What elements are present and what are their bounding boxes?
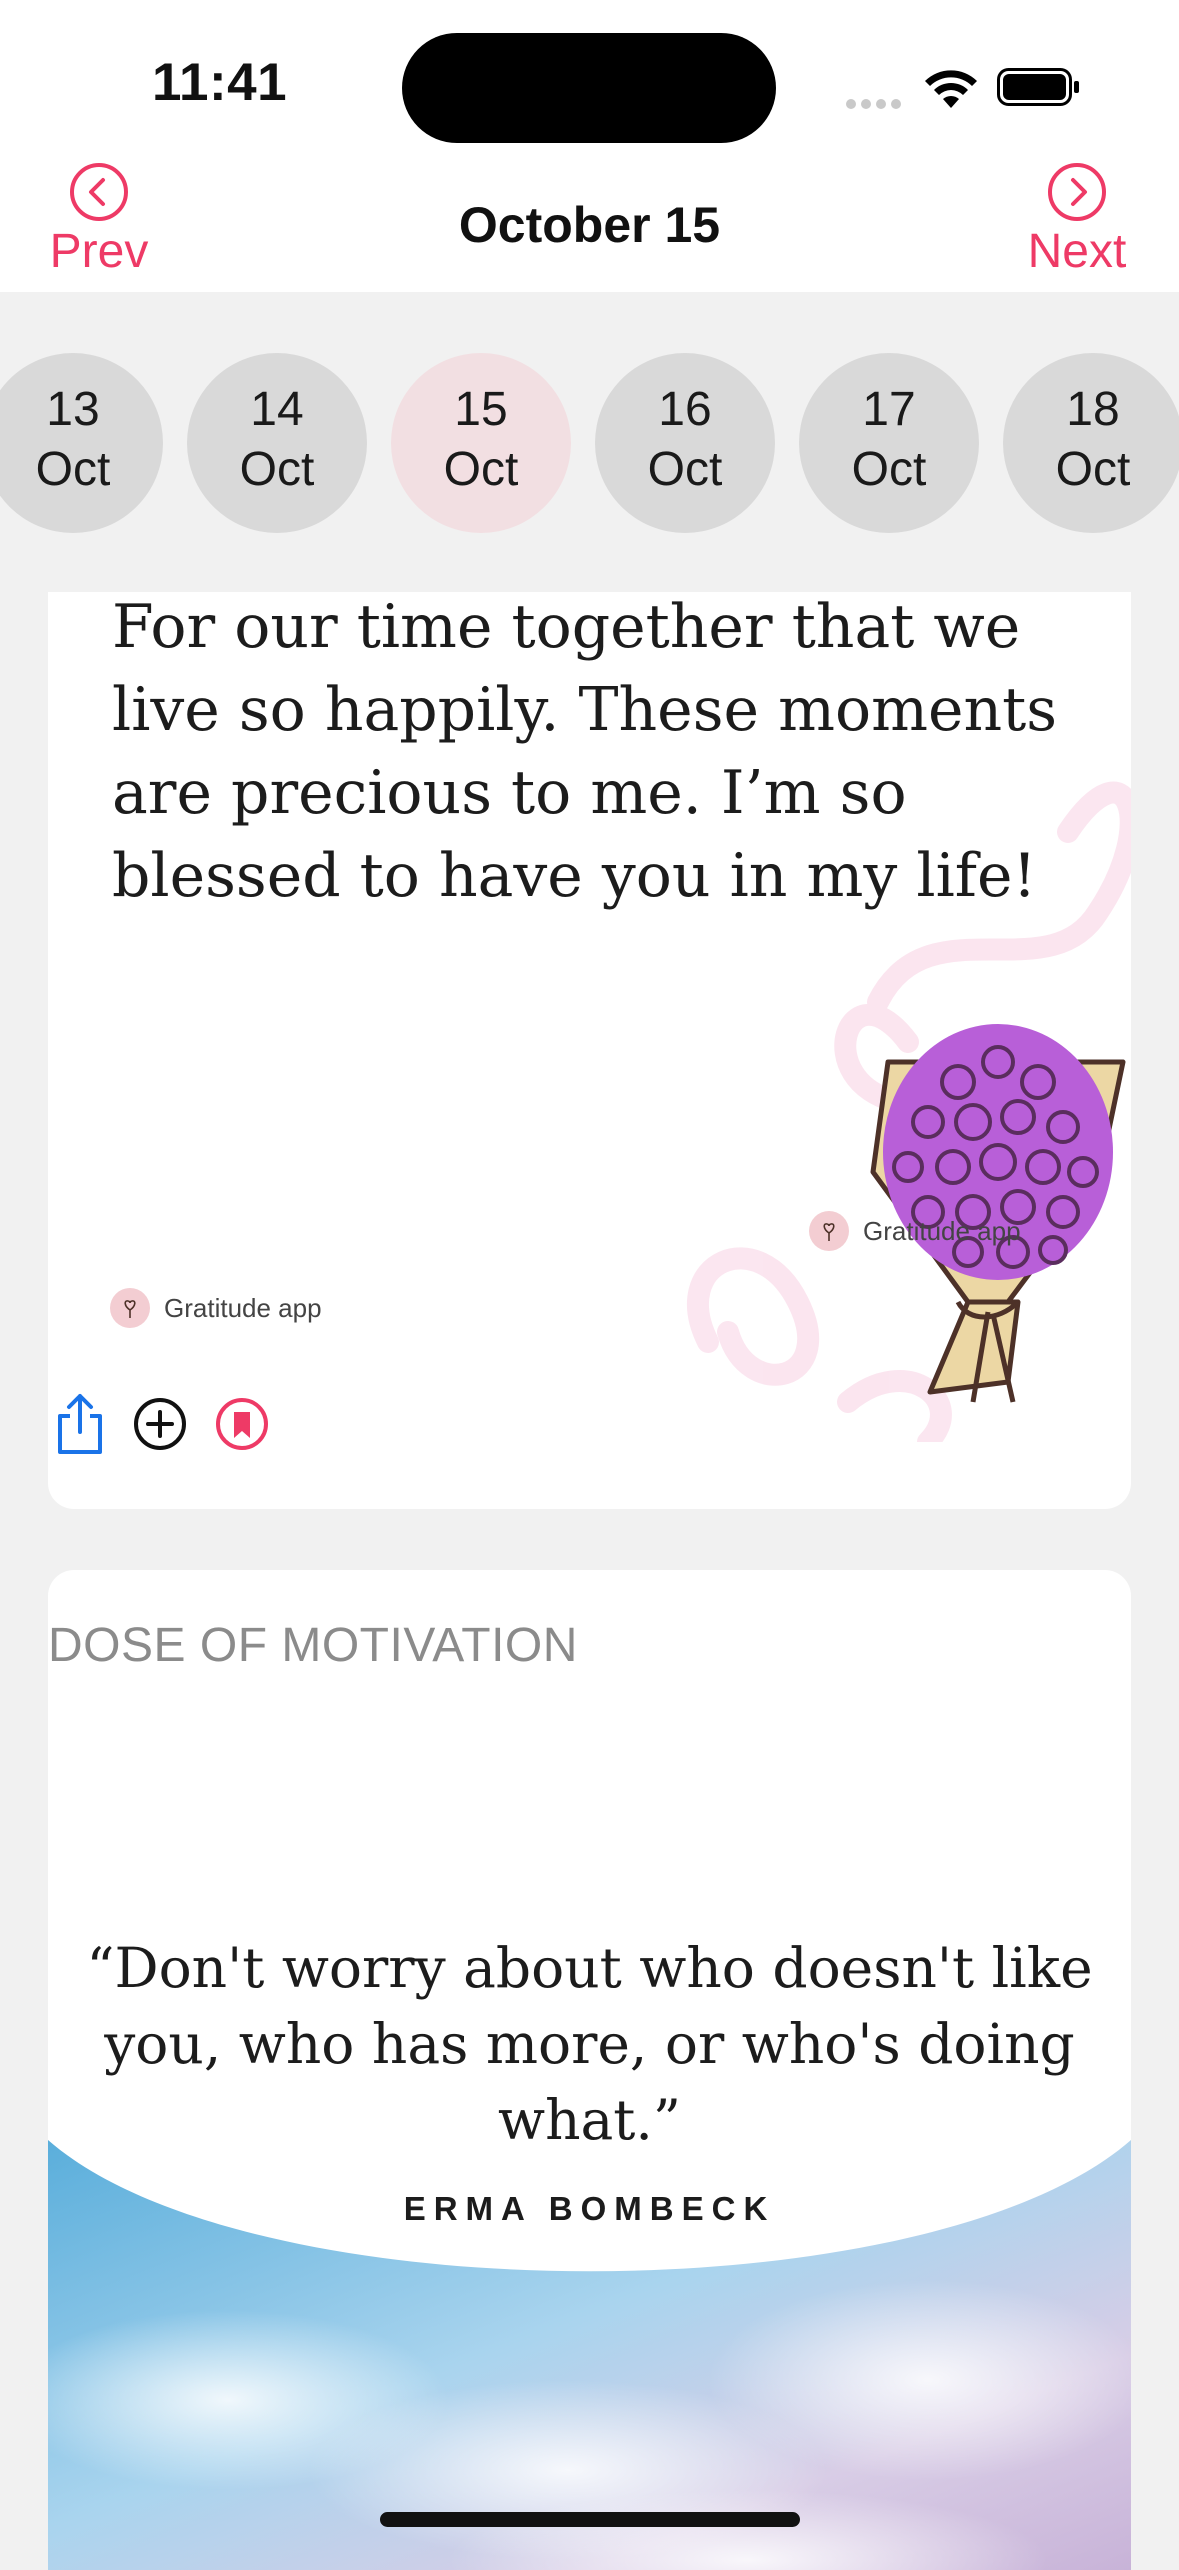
date-chip-17[interactable]: 17 Oct — [799, 353, 979, 533]
dynamic-island — [402, 33, 776, 143]
date-day: 17 — [862, 383, 916, 436]
battery-icon — [997, 68, 1079, 106]
date-chip-14[interactable]: 14 Oct — [187, 353, 367, 533]
next-button[interactable]: Next — [1017, 162, 1137, 280]
brand-watermark: Gratitude app — [809, 1211, 1021, 1251]
cellular-signal-icon — [846, 96, 906, 109]
date-month: Oct — [1055, 443, 1131, 496]
brand-watermark: Gratitude app — [110, 1288, 322, 1328]
date-day: 18 — [1066, 383, 1120, 436]
date-day: 13 — [46, 383, 100, 436]
next-label: Next — [1027, 225, 1127, 278]
section-title: DOSE OF MOTIVATION — [48, 1619, 578, 1672]
brand-name: Gratitude app — [863, 1215, 1021, 1246]
entry-line: For our time together that we — [112, 592, 1021, 662]
bookmark-icon[interactable] — [212, 1392, 272, 1456]
home-indicator[interactable] — [380, 2512, 800, 2527]
status-time: 11:41 — [152, 53, 288, 112]
date-chip-16[interactable]: 16 Oct — [595, 353, 775, 533]
date-strip[interactable]: 13 Oct 14 Oct 15 Oct 16 Oct 17 Oct 18 Oc… — [0, 292, 1179, 592]
date-chip-18[interactable]: 18 Oct — [1003, 353, 1179, 533]
wifi-icon — [925, 70, 977, 108]
chevron-right-circle-icon — [1048, 163, 1106, 221]
date-month: Oct — [239, 443, 315, 496]
entry-text: For our time together that we live so ha… — [112, 592, 1112, 918]
date-month: Oct — [443, 443, 519, 496]
add-icon[interactable] — [130, 1392, 190, 1456]
entry-line: live so happily. These moments — [112, 675, 1058, 745]
entry-line: are precious to me. I’m so — [112, 758, 907, 828]
page-title: October 15 — [458, 197, 721, 253]
date-day: 16 — [658, 383, 712, 436]
date-day: 14 — [250, 383, 304, 436]
date-chip-15[interactable]: 15 Oct — [391, 353, 571, 533]
motivation-quote: “Don't worry about who doesn't like you,… — [0, 1930, 1179, 2158]
gratitude-logo-icon — [809, 1211, 849, 1251]
date-month: Oct — [35, 443, 111, 496]
gratitude-logo-icon — [110, 1288, 150, 1328]
entry-line: blessed to have you in my life! — [112, 841, 1037, 911]
quote-line: “Don't worry about who doesn't like — [86, 1936, 1093, 2000]
quote-line: you, who has more, or who's doing — [104, 2012, 1075, 2076]
date-chip-13[interactable]: 13 Oct — [0, 353, 163, 533]
gratitude-entry-card[interactable]: For our time together that we live so ha… — [48, 592, 1131, 1509]
date-month: Oct — [851, 443, 927, 496]
date-month: Oct — [647, 443, 723, 496]
quote-line: what.” — [498, 2088, 681, 2152]
date-day: 15 — [454, 383, 508, 436]
share-icon[interactable] — [50, 1392, 110, 1456]
quote-author: ERMA BOMBECK — [403, 2190, 776, 2227]
brand-name: Gratitude app — [164, 1292, 322, 1323]
